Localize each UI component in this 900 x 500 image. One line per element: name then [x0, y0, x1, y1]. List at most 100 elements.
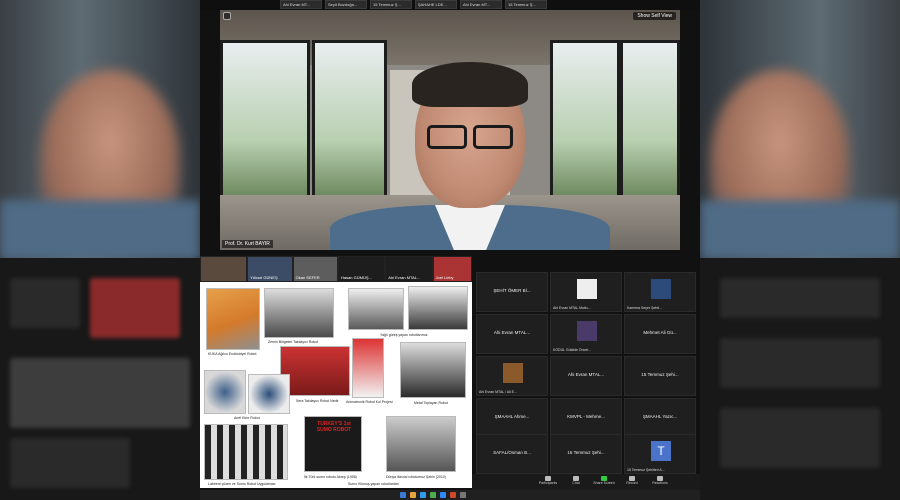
- strip-name: Yüksel GÜNEŞ: [250, 275, 278, 280]
- participant-caption: Ahi Evran MTAL / Ali E...: [479, 390, 517, 394]
- gallery-tile[interactable]: Ahi Evran MTAL...: [476, 314, 548, 354]
- video-options-icon[interactable]: [223, 12, 231, 20]
- gallery-tile[interactable]: ŞMAAHL Ahme...: [476, 398, 548, 438]
- chat-button[interactable]: Chat: [564, 475, 588, 489]
- participant-name: 15 Temmuz Ş...: [508, 2, 536, 7]
- gallery-tile[interactable]: Mehmet Ali Gü...: [624, 314, 696, 354]
- strip-name: Ahi Evran MTAL...: [388, 275, 421, 280]
- os-taskbar: [200, 490, 700, 500]
- participant-caption: Ahi Evran MTAL Mutlu...: [553, 306, 591, 310]
- blurred-suit: [0, 200, 200, 260]
- reactions-button[interactable]: Reactions: [648, 475, 672, 489]
- first-sumo-robot-photo: TURKEY'S 1st SUMO ROBOT: [304, 416, 362, 472]
- caption-world-second: Dünya ikincisi robotumuz Şahin (2010): [386, 475, 446, 479]
- line-robot-photo: [264, 288, 334, 338]
- participant-caption: 15 Temmuz Şehitleri A...: [627, 468, 665, 472]
- strip-name: Hasan GÜMÜŞ...: [340, 275, 372, 280]
- gallery-tile[interactable]: ŞEHİT ÖMER Bİ...: [476, 272, 548, 312]
- caption-sumo-knockout: Sumo Kilonuş yapan robotlardan: [348, 482, 399, 486]
- gallery-tile[interactable]: KÖDÜL Güldide Öncel...: [550, 314, 622, 354]
- participant-tile[interactable]: 15 Temmuz Ş...: [370, 0, 412, 9]
- caption-sphere: Amfi Küre Robot: [234, 416, 260, 420]
- participant-tile[interactable]: Seyit Bozdoğa...: [325, 0, 367, 9]
- avatar: T: [651, 441, 671, 461]
- share-screen-button[interactable]: Share Screen: [592, 475, 616, 489]
- shared-screen[interactable]: Yüksel GÜNEŞ Okan SEFER Hasan GÜMÜŞ... A…: [200, 256, 472, 488]
- powerpoint-icon[interactable]: [450, 492, 456, 498]
- strip-tile[interactable]: Hasan GÜMÜŞ...: [338, 257, 385, 281]
- strip-tile[interactable]: Joel Lleby: [433, 257, 471, 281]
- strip-tile[interactable]: [201, 257, 247, 281]
- strip-tile[interactable]: Ahi Evran MTAL...: [386, 257, 432, 281]
- participant-name: Ahi Evran MT...: [463, 2, 491, 7]
- participant-name: Ahi Evran MT...: [283, 2, 311, 7]
- taskbar-icons: [400, 492, 466, 498]
- participant-name: SAFAL/Osman B...: [493, 450, 531, 455]
- caption-maze: Labirent çözen ve Sumo Robot Uygulaması: [208, 482, 276, 486]
- gallery-tile[interactable]: ŞMAAHL Yazıc...: [624, 398, 696, 438]
- zoom-icon[interactable]: [440, 492, 446, 498]
- blurred-background-left: [0, 0, 200, 500]
- caption-animatronic: Animatronik Robot Kol Projesi: [346, 400, 393, 404]
- participants-button[interactable]: Participants: [536, 475, 560, 489]
- participant-strip-top: Ahi Evran MT... Seyit Bozdoğa... 15 Temm…: [200, 0, 700, 10]
- gallery-tile[interactable]: Kamena Seçer Şehit...: [624, 272, 696, 312]
- gallery-tile[interactable]: 15 Temmuz Şehi...: [624, 356, 696, 396]
- world-second-robot-photo: [386, 416, 456, 472]
- room-window: [220, 40, 310, 210]
- participant-name: 15 Temmuz Şehi...: [567, 450, 605, 455]
- speaker-name-label: Prof. Dr. Kurt BAYIR: [222, 240, 273, 248]
- caption-metal: Metal Toplayan Robot: [414, 401, 448, 405]
- gallery-tile[interactable]: Ahi Evran MTAL Mutlu...: [550, 272, 622, 312]
- edge-icon[interactable]: [420, 492, 426, 498]
- reactions-label: Reactions: [652, 481, 668, 485]
- gallery-tile[interactable]: KMVPL - Mehme...: [550, 398, 622, 438]
- participant-photo: [577, 279, 597, 299]
- participant-tile[interactable]: Ahi Evran MT...: [280, 0, 322, 9]
- sera-robot-photo: [280, 346, 350, 396]
- participant-name: Mehmet Ali Gü...: [643, 330, 677, 335]
- room-window: [312, 40, 387, 210]
- sumo-robot-photo-2: [408, 286, 468, 330]
- sumo-title-text: TURKEY'S 1st SUMO ROBOT: [316, 421, 352, 433]
- active-speaker-video[interactable]: Show Self View Prof. Dr. Kurt BAYIR: [220, 10, 680, 250]
- maze-robot-photo: [204, 424, 288, 480]
- caption-oil-wrestling: Yağlı güreş yapan robotlarımız.: [380, 333, 429, 337]
- glasses: [425, 125, 515, 151]
- strip-name: Joel Lleby: [435, 275, 454, 280]
- folder-icon[interactable]: [410, 492, 416, 498]
- blurred-lower-panel: [700, 258, 900, 500]
- blurred-background-right: [700, 0, 900, 500]
- share-screen-label: Share Screen: [593, 481, 615, 485]
- gallery-tile[interactable]: 15 Temmuz Şehi...: [550, 434, 622, 474]
- participant-photo: [503, 363, 523, 383]
- chat-label: Chat: [572, 481, 580, 485]
- record-button[interactable]: Record: [620, 475, 644, 489]
- participant-name: ŞEHİT ÖMER Bİ...: [493, 288, 531, 293]
- participant-tile[interactable]: Ahi Evran MT...: [460, 0, 502, 9]
- participant-tile[interactable]: ŞAHAHE LDE...: [415, 0, 457, 9]
- sphere-robot-photo-1: [204, 370, 246, 414]
- gallery-tile[interactable]: Ahi Evran MTAL / Ali E...: [476, 356, 548, 396]
- strip-tile[interactable]: Yüksel GÜNEŞ: [248, 257, 292, 281]
- participant-tile[interactable]: 15 Temmuz Ş...: [505, 0, 547, 9]
- participant-name: Seyit Bozdoğa...: [328, 2, 358, 7]
- gallery-tile[interactable]: SAFAL/Osman B...: [476, 434, 548, 474]
- strip-tile[interactable]: Okan SEFER: [293, 257, 337, 281]
- participant-name: KMVPL - Mehme...: [567, 414, 605, 419]
- blurred-lower-panel: [0, 258, 200, 500]
- participant-caption: KÖDÜL Güldide Öncel...: [553, 348, 591, 352]
- show-self-view-button[interactable]: Show Self View: [633, 12, 676, 20]
- strip-name: Okan SEFER: [295, 275, 320, 280]
- chrome-icon[interactable]: [430, 492, 436, 498]
- record-label: Record: [626, 481, 638, 485]
- gallery-grid: ŞEHİT ÖMER Bİ... Ahi Evran MTAL Mutlu...…: [472, 256, 700, 474]
- caption-line-robot: Zemin Bölgeleri Takılayıcı Robot: [268, 340, 319, 344]
- gallery-tile[interactable]: Ahi Evran MTAL...: [550, 356, 622, 396]
- app-icon[interactable]: [460, 492, 466, 498]
- participant-photo: [651, 279, 671, 299]
- participant-name: Ahi Evran MTAL...: [567, 372, 605, 377]
- explorer-icon[interactable]: [400, 492, 406, 498]
- gallery-tile[interactable]: T 15 Temmuz Şehitleri A...: [624, 434, 696, 474]
- participant-name: Ahi Evran MTAL...: [493, 330, 531, 335]
